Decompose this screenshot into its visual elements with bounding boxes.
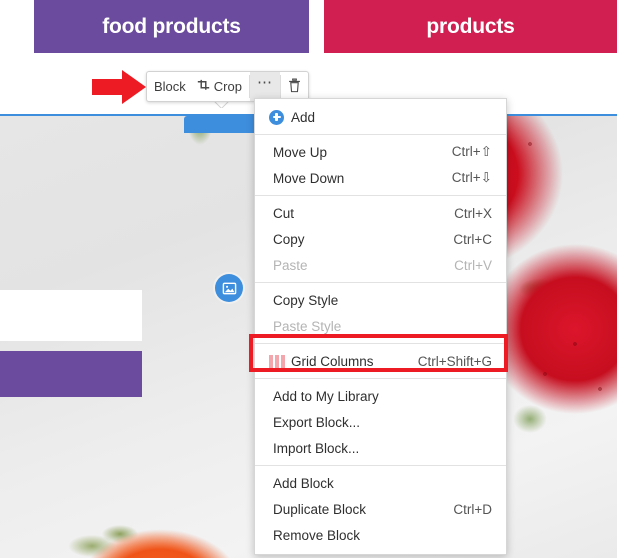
block-label-text: Block: [154, 79, 186, 94]
grid-columns-icon: [269, 354, 291, 368]
block-label-button[interactable]: Block: [147, 72, 190, 101]
crop-icon: [197, 79, 210, 95]
menu-item-copy[interactable]: Copy Ctrl+C: [255, 226, 506, 252]
menu-item-label: Export Block...: [273, 414, 361, 430]
menu-item-shortcut: Ctrl+⇧: [451, 144, 492, 159]
menu-item-label: Add Block: [273, 475, 334, 491]
menu-item-shortcut: Ctrl+⇩: [451, 170, 492, 185]
menu-item-label: Copy: [273, 231, 305, 247]
menu-item-export-block[interactable]: Export Block...: [255, 409, 506, 435]
menu-separator: [255, 282, 506, 283]
hero-block-products[interactable]: products: [324, 0, 617, 53]
menu-item-label: Cut: [273, 205, 295, 221]
add-circle-icon: [269, 109, 291, 125]
menu-item-label: Move Up: [273, 144, 328, 160]
menu-item-shortcut: Ctrl+C: [453, 231, 492, 247]
menu-item-move-down[interactable]: Move Down Ctrl+⇩: [255, 165, 506, 191]
more-options-button[interactable]: ⋯: [249, 72, 280, 101]
menu-bottom-padding: [255, 548, 506, 554]
menu-item-grid-columns[interactable]: Grid Columns Ctrl+Shift+G: [255, 348, 506, 374]
menu-item-label: Add to My Library: [273, 388, 379, 404]
menu-item-label: Remove Block: [273, 527, 361, 543]
delete-block-button[interactable]: [281, 72, 308, 101]
menu-item-cut[interactable]: Cut Ctrl+X: [255, 200, 506, 226]
menu-item-add[interactable]: Add: [255, 104, 506, 130]
menu-item-duplicate-block[interactable]: Duplicate Block Ctrl+D: [255, 496, 506, 522]
menu-item-move-up[interactable]: Move Up Ctrl+⇧: [255, 139, 506, 165]
menu-separator: [255, 343, 506, 344]
menu-item-shortcut: Ctrl+V: [454, 257, 492, 273]
menu-item-label: Duplicate Block: [273, 501, 367, 517]
menu-item-shortcut: Ctrl+X: [454, 205, 492, 221]
menu-item-label: Move Down: [273, 170, 345, 186]
left-text-placeholder-block[interactable]: [0, 290, 142, 341]
menu-separator: [255, 134, 506, 135]
menu-item-remove-block[interactable]: Remove Block: [255, 522, 506, 548]
block-context-menu[interactable]: Add Move Up Ctrl+⇧ Move Down Ctrl+⇩ Cut …: [254, 98, 507, 555]
hero-block-label: food products: [102, 14, 241, 38]
menu-item-add-to-my-library[interactable]: Add to My Library: [255, 383, 506, 409]
crop-button[interactable]: Crop: [190, 72, 249, 101]
screenshot-root: food products products Block Crop ⋯ Add …: [0, 0, 617, 558]
menu-item-label: Copy Style: [273, 292, 339, 308]
hero-row: food products products: [0, 0, 617, 57]
left-purple-block[interactable]: [0, 351, 142, 397]
menu-item-label: Add: [291, 109, 316, 125]
menu-item-paste: Paste Ctrl+V: [255, 252, 506, 278]
menu-separator: [255, 465, 506, 466]
menu-item-import-block[interactable]: Import Block...: [255, 435, 506, 461]
menu-item-label: Import Block...: [273, 440, 360, 456]
image-icon[interactable]: [215, 274, 243, 302]
menu-item-shortcut: Ctrl+D: [453, 501, 492, 517]
menu-item-label: Grid Columns: [291, 353, 374, 369]
menu-item-label: Paste: [273, 257, 308, 273]
red-arrow-icon: [92, 70, 146, 104]
trash-icon: [288, 77, 301, 96]
menu-item-label: Paste Style: [273, 318, 342, 334]
menu-item-copy-style[interactable]: Copy Style: [255, 287, 506, 313]
menu-item-paste-style: Paste Style: [255, 313, 506, 339]
hero-block-food-products[interactable]: food products: [34, 0, 309, 53]
crop-label: Crop: [213, 79, 242, 94]
menu-separator: [255, 195, 506, 196]
hero-block-label: products: [426, 14, 515, 38]
menu-item-add-block[interactable]: Add Block: [255, 470, 506, 496]
menu-separator: [255, 378, 506, 379]
ellipsis-icon: ⋯: [256, 74, 273, 91]
menu-item-shortcut: Ctrl+Shift+G: [417, 353, 492, 369]
